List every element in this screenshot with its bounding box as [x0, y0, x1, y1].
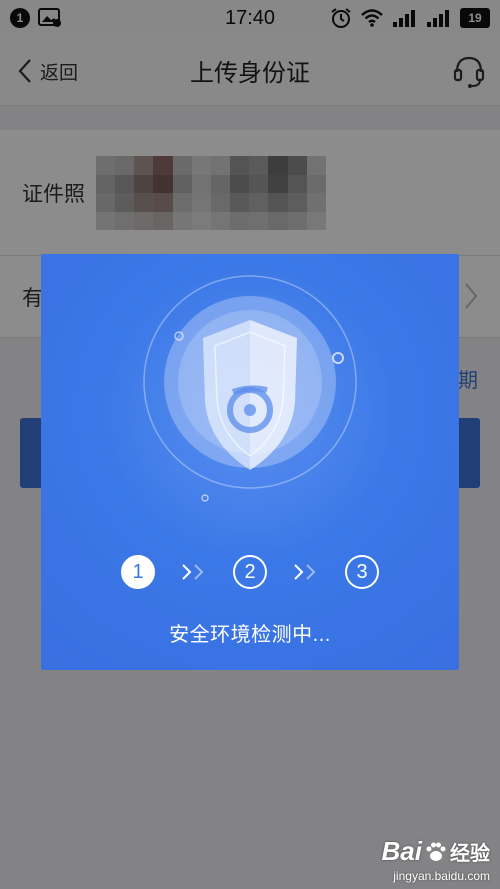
step-arrow-1: [155, 555, 233, 589]
watermark-logo-suffix: 经验: [450, 843, 490, 865]
double-chevron-right-icon: [182, 564, 204, 580]
watermark-logo-text: Bai: [381, 836, 422, 866]
step-arrow-2: [267, 555, 345, 589]
step-3: 3: [345, 555, 379, 589]
security-check-dialog: 1 2 3 安全环境检测中...: [41, 254, 459, 670]
baidu-jingyan-watermark: Bai 经验 jingyan.baidu.com: [382, 836, 490, 883]
watermark-url: jingyan.baidu.com: [393, 869, 490, 883]
watermark-logo: Bai 经验: [382, 836, 490, 867]
detection-status-text: 安全环境检测中...: [169, 624, 331, 646]
step-indicator: 1 2 3: [41, 554, 459, 590]
step-2: 2: [233, 555, 267, 589]
paw-icon: [426, 842, 446, 861]
shield-illustration: [143, 275, 357, 502]
step-1: 1: [121, 555, 155, 589]
double-chevron-right-icon: [294, 564, 316, 580]
